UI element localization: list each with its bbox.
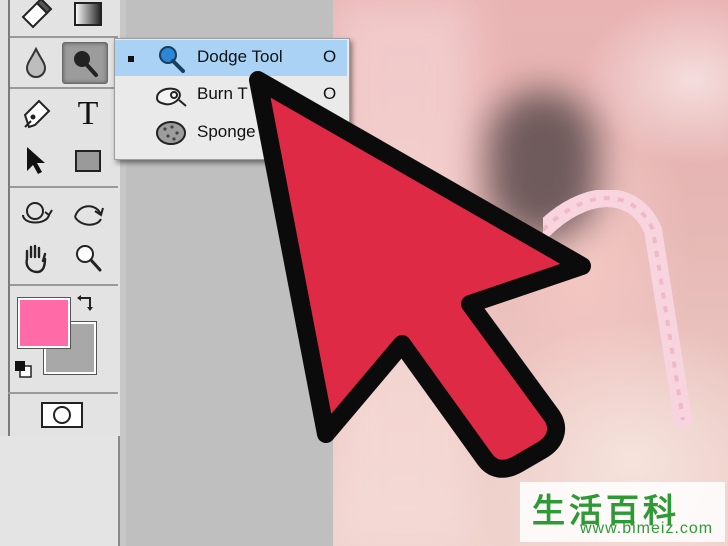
sponge-icon xyxy=(156,121,186,145)
tools-panel: T xyxy=(0,0,120,546)
quick-mask-icon[interactable] xyxy=(40,400,84,430)
hand-icon xyxy=(25,244,47,274)
3d-rotate-icon xyxy=(22,202,53,224)
foreground-color-swatch[interactable] xyxy=(17,297,71,349)
path-selection-tool[interactable] xyxy=(14,140,58,180)
default-colors-icon[interactable] xyxy=(12,358,34,380)
watermark: 生活百科 www.bimeiz.com xyxy=(520,482,725,542)
type-icon: T xyxy=(77,95,99,132)
pen-icon xyxy=(23,99,51,129)
tool-separator xyxy=(8,392,118,394)
blur-tool[interactable] xyxy=(14,42,58,82)
gradient-tool[interactable] xyxy=(66,0,110,34)
burn-icon xyxy=(155,87,187,107)
zoom-icon xyxy=(76,245,102,272)
dodge-tool[interactable] xyxy=(62,42,108,84)
type-tool[interactable]: T xyxy=(66,94,110,134)
selected-bullet-icon xyxy=(128,56,134,62)
blur-icon xyxy=(25,46,47,78)
eraser-tool[interactable] xyxy=(14,0,58,32)
3d-roll-tool[interactable] xyxy=(66,194,110,234)
red-pointer-arrow-icon xyxy=(249,71,591,478)
hand-tool[interactable] xyxy=(14,238,58,278)
gradient-icon xyxy=(74,2,102,26)
eraser-icon xyxy=(21,0,53,29)
tool-separator xyxy=(10,186,118,188)
watermark-url: www.bimeiz.com xyxy=(580,520,714,537)
pen-tool[interactable] xyxy=(14,94,58,134)
3d-rotate-tool[interactable] xyxy=(14,194,58,234)
rectangle-icon xyxy=(75,150,101,172)
3d-roll-icon xyxy=(74,205,104,226)
dodge-icon xyxy=(74,51,98,77)
tool-separator xyxy=(10,87,118,89)
swap-colors-icon[interactable] xyxy=(76,292,98,314)
tool-separator xyxy=(10,284,118,286)
tools-panel-bottom xyxy=(0,436,118,546)
dodge-icon xyxy=(159,46,185,73)
zoom-tool[interactable] xyxy=(66,238,110,278)
path-selection-icon xyxy=(27,147,45,174)
tool-separator xyxy=(10,36,118,38)
rectangle-tool[interactable] xyxy=(66,140,110,180)
